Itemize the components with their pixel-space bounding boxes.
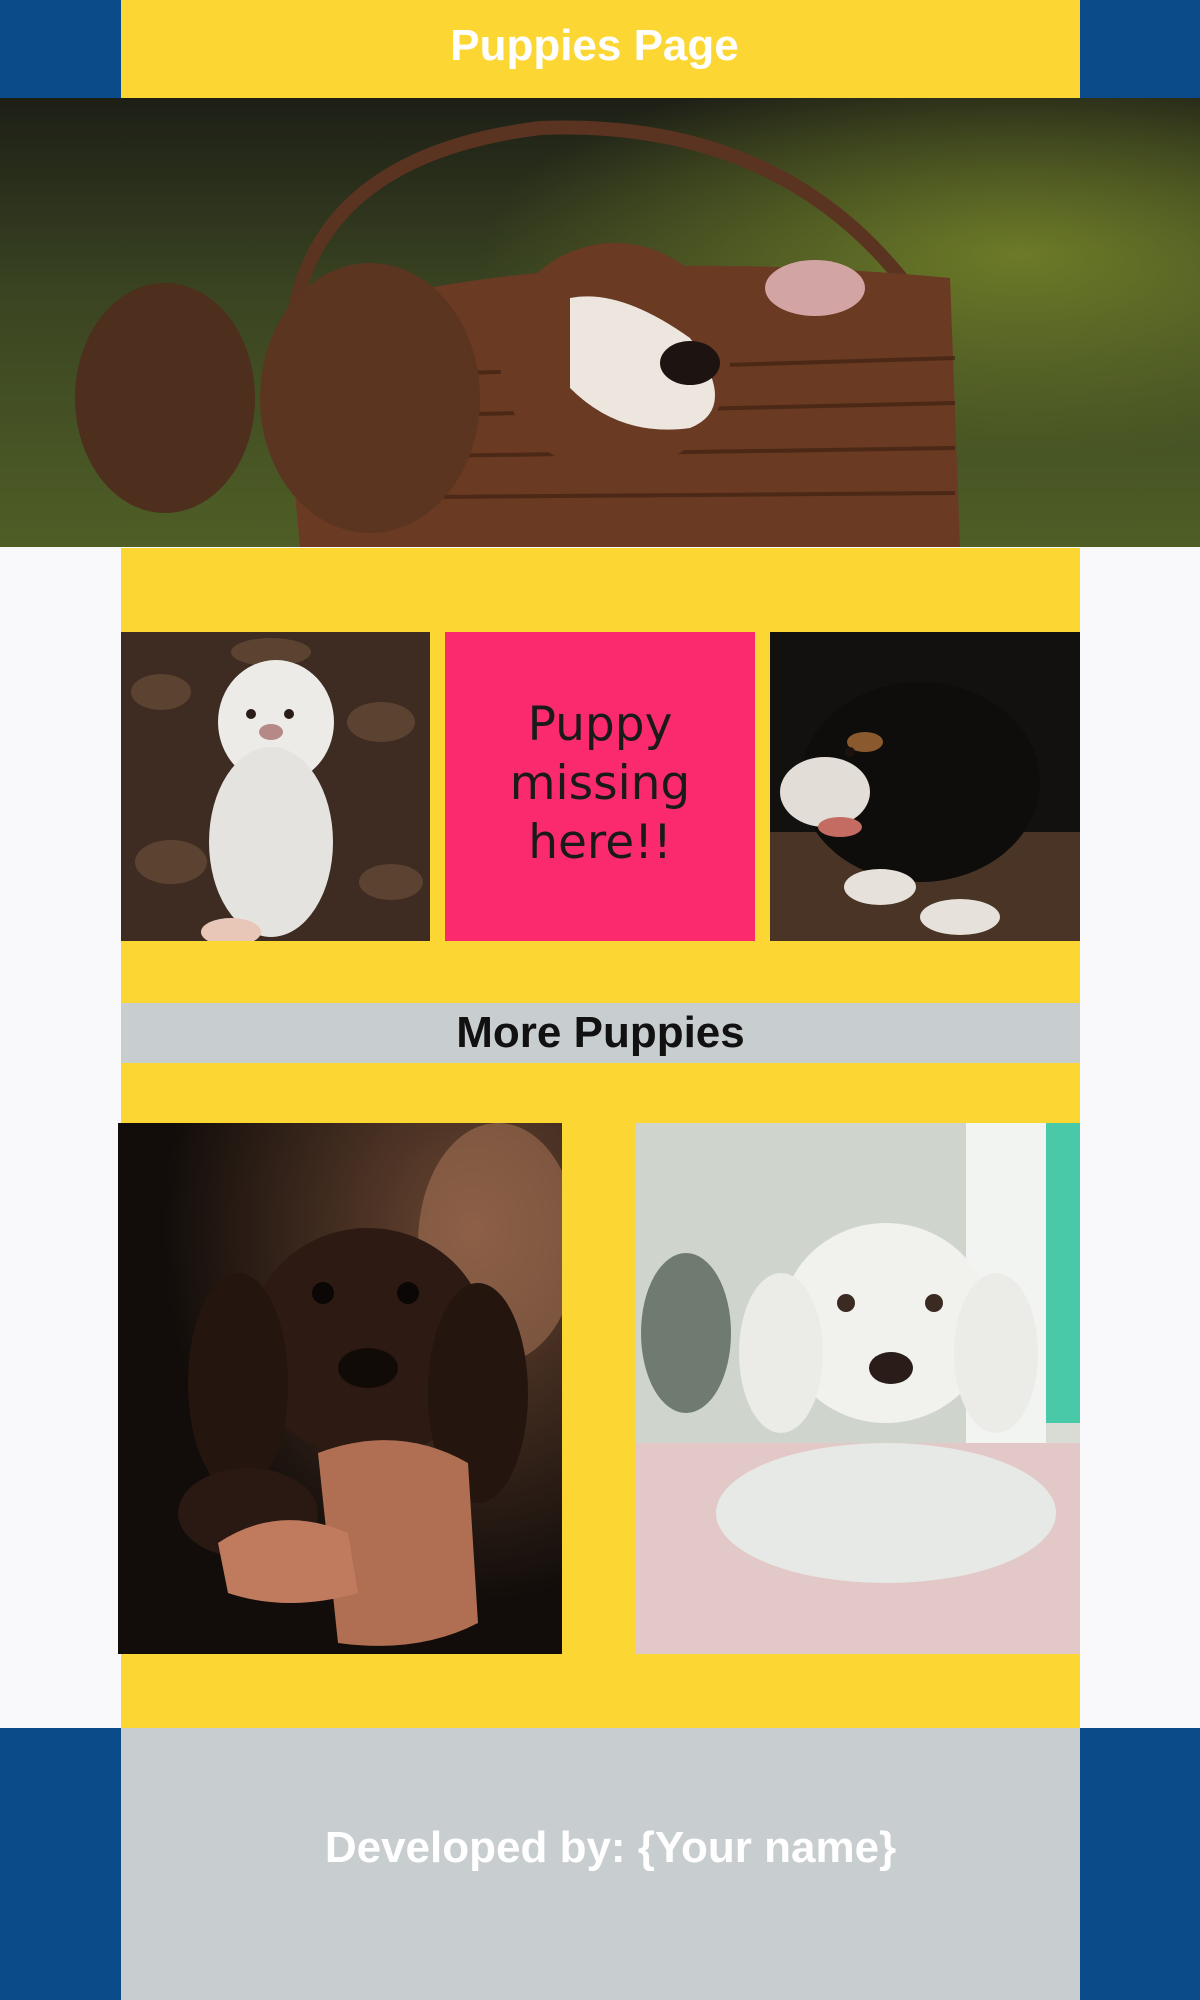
footer-credit: Developed by: {Your name} [324, 1823, 897, 1872]
header: Puppies Page [121, 0, 1080, 98]
white-dog-photo [636, 1123, 1080, 1654]
hero-image [0, 98, 1200, 547]
footer: Developed by: {Your name} [121, 1728, 1080, 2000]
more-puppies-title: More Puppies [456, 1008, 745, 1057]
more-puppies-header: More Puppies [121, 1003, 1080, 1063]
white-puppy-photo [121, 632, 430, 941]
brown-puppy-photo [118, 1123, 562, 1654]
missing-puppy-tile: Puppy missing here!! [445, 632, 755, 941]
page-title: Puppies Page [450, 21, 739, 70]
black-puppy-photo [770, 632, 1080, 941]
missing-puppy-text: Puppy missing here!! [509, 697, 691, 870]
